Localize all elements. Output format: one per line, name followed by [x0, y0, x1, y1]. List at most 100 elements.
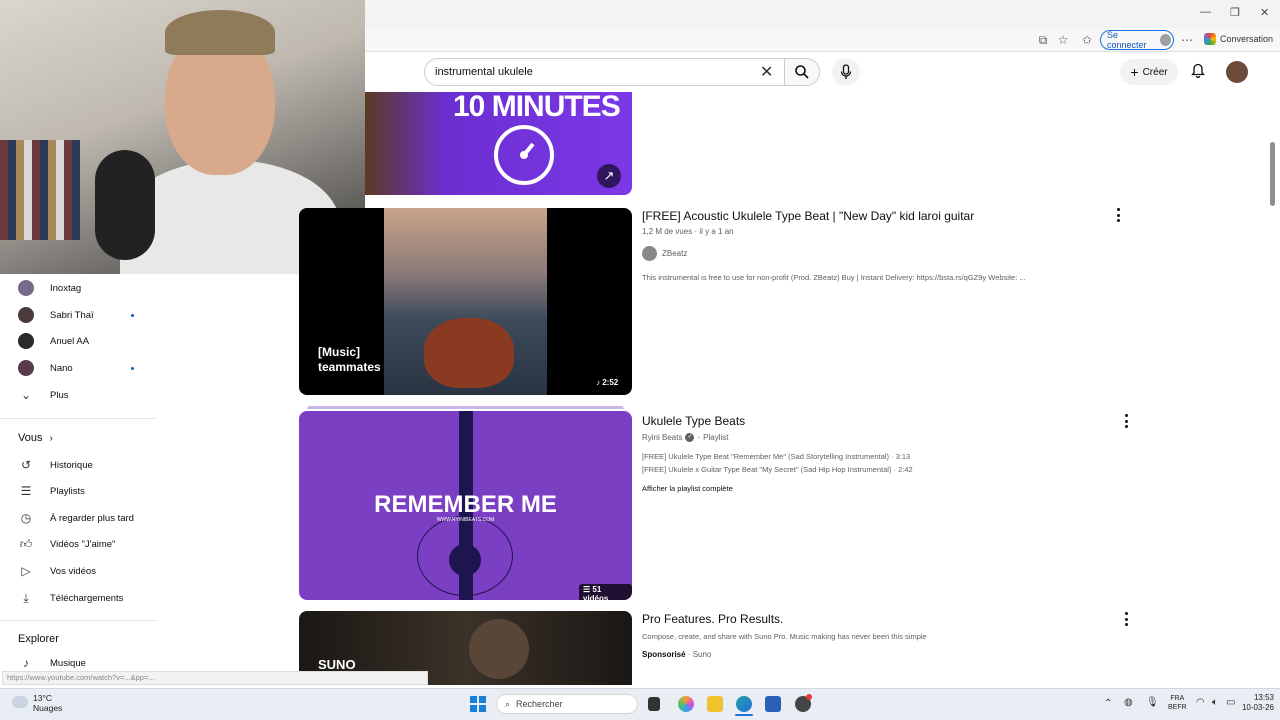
- music-note-icon: ♪: [23, 656, 29, 670]
- sidebar-item-label: Vidéos "J'aime": [50, 538, 116, 550]
- video-count-badge: ☰ 51 vidéos: [579, 584, 632, 600]
- open-external-icon[interactable]: ↗: [597, 164, 621, 188]
- star-icon[interactable]: ☆: [1056, 33, 1070, 47]
- sidebar-item-music[interactable]: ♪ Musique: [18, 653, 86, 673]
- sidebar-item-history[interactable]: ↺ Historique: [18, 455, 93, 475]
- video-icon: ▷: [21, 564, 31, 578]
- file-explorer-icon[interactable]: [707, 696, 723, 712]
- sidebar-item-sabri-thai[interactable]: Sabri Thaï: [18, 305, 94, 325]
- more-actions-icon[interactable]: [1116, 208, 1120, 222]
- chevron-down-icon: ⌄: [20, 388, 32, 402]
- more-options-icon[interactable]: ⋯: [1180, 33, 1194, 47]
- language-indicator[interactable]: FRA BEFR: [1168, 694, 1187, 712]
- copilot-conversation-button[interactable]: Conversation: [1204, 33, 1273, 45]
- sidebar-more-button[interactable]: ⌄ Plus: [18, 385, 69, 405]
- windows-taskbar: [0, 688, 1280, 720]
- profile-icon: [1159, 34, 1171, 46]
- thumb-caption: [Music] teammates: [318, 345, 381, 374]
- status-url: https://www.youtube.com/watch?v=...&pp=.…: [2, 671, 428, 685]
- video-thumbnail[interactable]: [Music] teammates ♪ 2:52: [299, 208, 632, 395]
- clock[interactable]: 13:53 10-03-26: [1234, 693, 1274, 713]
- playlist-meta: Ryini Beats ✓ · Playlist: [642, 433, 729, 442]
- duration-badge: ♪ 2:52: [592, 377, 623, 388]
- notifications-icon[interactable]: [1190, 63, 1206, 79]
- new-content-dot: [131, 367, 134, 370]
- create-button[interactable]: + Créer: [1120, 59, 1178, 85]
- active-app-indicator: [735, 714, 753, 716]
- sidebar-item-label: Inoxtag: [50, 282, 82, 294]
- video-description: This instrumental is free to use for non…: [642, 273, 1026, 282]
- chevron-up-icon[interactable]: ⌃: [1104, 698, 1112, 709]
- clear-search-icon[interactable]: ✕: [760, 62, 773, 82]
- sidebar-item-label: Sabri Thaï: [50, 309, 94, 321]
- network-icon[interactable]: ◍: [1124, 697, 1133, 708]
- search-icon: [795, 65, 809, 79]
- search-button[interactable]: [784, 58, 820, 86]
- sidebar-item-playlists[interactable]: ☰ Playlists: [18, 481, 85, 501]
- copilot-icon: [1204, 33, 1216, 45]
- video-title[interactable]: [FREE] Acoustic Ukulele Type Beat | "New…: [642, 209, 974, 223]
- sidebar-item-label: Nano: [50, 362, 73, 374]
- playlist-stack-edge: [307, 406, 624, 409]
- scrollbar-thumb[interactable]: [1270, 142, 1275, 206]
- sidebar-item-downloads[interactable]: ⤓ Téléchargements: [18, 588, 123, 608]
- favorites-icon[interactable]: ✩: [1080, 33, 1094, 47]
- volume-icon[interactable]: 🔈︎: [1212, 697, 1218, 708]
- thumb-up-icon: 👍︎: [19, 536, 33, 551]
- minimize-icon[interactable]: —: [1200, 6, 1211, 18]
- sidebar-item-anuel-aa[interactable]: Anuel AA: [18, 331, 89, 351]
- thumb-subtext: WWW.RYINIBEATS.COM: [436, 517, 495, 523]
- sidebar-item-inoxtag[interactable]: Inoxtag: [18, 278, 81, 298]
- playlist-thumbnail[interactable]: REMEMBER ME WWW.RYINIBEATS.COM ☰ 51 vidé…: [299, 411, 632, 600]
- sidebar-item-watch-later[interactable]: ◷ À regarder plus tard: [18, 508, 134, 528]
- sidebar-item-nano[interactable]: Nano: [18, 358, 73, 378]
- view-full-playlist-link[interactable]: Afficher la playlist complète: [642, 484, 733, 493]
- edge-browser-icon[interactable]: [736, 696, 752, 712]
- ad-title[interactable]: Pro Features. Pro Results.: [642, 612, 783, 626]
- microphone-icon[interactable]: 🎙︎: [1146, 697, 1159, 708]
- sidebar-item-liked-videos[interactable]: 👍︎ Vidéos "J'aime": [18, 534, 116, 554]
- advertiser-name: Suno: [692, 650, 712, 659]
- channel-row[interactable]: ZBeatz: [642, 246, 687, 261]
- more-actions-icon[interactable]: [1124, 612, 1128, 626]
- channel-avatar: [642, 246, 657, 261]
- wifi-icon[interactable]: ◠: [1196, 697, 1205, 708]
- sidebar-you-heading[interactable]: Vous ›: [18, 432, 53, 444]
- notification-badge: [806, 694, 812, 700]
- search-value: instrumental ukulele: [435, 66, 533, 78]
- sidebar-item-label: Téléchargements: [50, 592, 124, 604]
- sidebar-item-your-videos[interactable]: ▷ Vos vidéos: [18, 561, 96, 581]
- store-icon[interactable]: [765, 696, 781, 712]
- restore-icon[interactable]: ❐: [1230, 6, 1240, 19]
- timer-icon: [494, 125, 554, 185]
- signin-button[interactable]: Se connecter: [1100, 30, 1174, 50]
- playlist-item[interactable]: [FREE] Ukulele Type Beat "Remember Me" (…: [642, 452, 910, 461]
- taskbar-search[interactable]: ⌕ Rechercher: [496, 694, 638, 714]
- search-input[interactable]: instrumental ukulele: [424, 58, 784, 86]
- channel-name[interactable]: Ryini Beats: [642, 433, 682, 442]
- weather-widget[interactable]: 13°C Nuages: [33, 693, 62, 713]
- search-icon: ⌕: [505, 698, 511, 709]
- user-avatar[interactable]: [1226, 61, 1248, 83]
- sidebar-divider: [0, 418, 156, 419]
- copilot-app-icon[interactable]: [678, 696, 694, 712]
- playlist-title[interactable]: Ukulele Type Beats: [642, 414, 745, 428]
- video-thumbnail-top[interactable]: 10 MINUTES ↗: [365, 92, 632, 195]
- playlist-item[interactable]: [FREE] Ukulele x Guitar Type Beat "My Se…: [642, 465, 913, 474]
- chevron-right-icon: ›: [49, 433, 53, 444]
- sponsored-label: Sponsorisé: [642, 650, 686, 659]
- sidebar-item-label: Vos vidéos: [50, 565, 96, 577]
- history-icon: ↺: [20, 458, 32, 472]
- ad-meta: Sponsorisé · Suno: [642, 650, 712, 659]
- voice-search-button[interactable]: [832, 58, 860, 86]
- create-label: Créer: [1142, 66, 1168, 78]
- task-view-icon[interactable]: [648, 697, 660, 711]
- clock-icon: ◷: [20, 511, 32, 525]
- app-available-icon[interactable]: ⧉: [1036, 33, 1050, 47]
- sidebar-explore-heading: Explorer: [18, 633, 59, 645]
- ukulele-image: [424, 318, 514, 388]
- windows-start-icon[interactable]: [470, 696, 486, 712]
- close-window-icon[interactable]: ✕: [1260, 6, 1269, 19]
- more-actions-icon[interactable]: [1124, 414, 1128, 428]
- verified-icon: ✓: [685, 433, 695, 442]
